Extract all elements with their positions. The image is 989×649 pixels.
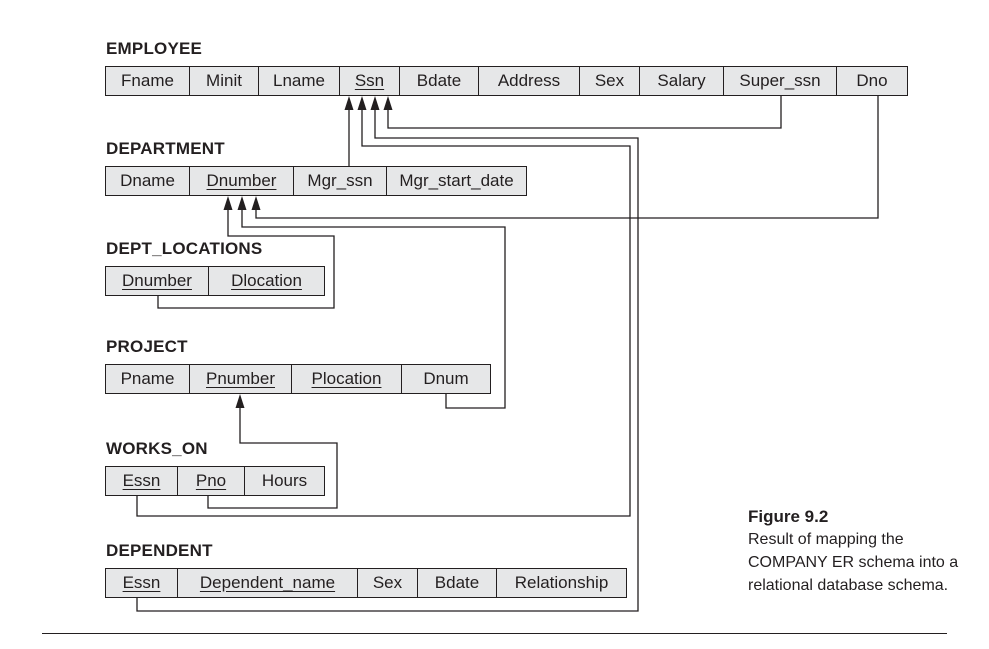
fk-super-ssn-to-ssn-arrow [383,96,782,129]
attribute-essn-key: Essn [106,569,178,597]
attribute-sex: Sex [580,67,640,95]
attribute-minit: Minit [190,67,259,95]
attribute-row: Pname Pnumber Plocation Dnum [105,364,491,394]
arrowhead [235,394,245,408]
attribute-row: Essn Pno Hours [105,466,325,496]
attribute-dnumber-key: Dnumber [106,267,209,295]
arrowhead [344,96,354,110]
attribute-row: Dnumber Dlocation [105,266,325,296]
caption-text: Result of mapping the COMPANY ER schema … [748,531,959,594]
arrowhead [357,96,367,110]
attribute-relationship: Relationship [514,573,609,592]
arrowhead [370,96,380,110]
arrowhead [251,196,261,210]
relation-name: EMPLOYEE [106,39,203,58]
arrowhead [237,196,247,210]
figure-caption: Figure 9.2 Result of mapping the COMPANY… [748,505,968,597]
attribute-row: Dname Dnumber Mgr_ssn Mgr_start_date [105,166,527,196]
attribute-mgr-start-date: Mgr_start_date [399,171,514,190]
attribute-address: Address [479,67,580,95]
attribute-fname: Fname [106,67,190,95]
attribute-dlocation-key: Dlocation [231,271,302,290]
relation-name: DEPT_LOCATIONS [106,239,263,258]
attribute-super-ssn: Super_ssn [724,67,837,95]
attribute-mgr-ssn: Mgr_ssn [294,167,387,195]
arrowhead [223,196,233,210]
attribute-ssn-primary-key: Ssn [340,67,400,95]
attribute-plocation-key: Plocation [292,365,402,393]
figure-label: Figure 9.2 [748,507,829,526]
attribute-essn-key: Essn [106,467,178,495]
attribute-bdate: Bdate [400,67,479,95]
attribute-dnumber-primary-key: Dnumber [190,167,294,195]
attribute-dnum: Dnum [423,369,469,388]
attribute-pnumber-primary-key: Pnumber [190,365,292,393]
attribute-sex: Sex [358,569,418,597]
attribute-row: Fname Minit Lname Ssn Bdate Address Sex … [105,66,908,96]
attribute-row: Essn Dependent_name Sex Bdate Relationsh… [105,568,627,598]
attribute-dno: Dno [856,71,888,90]
attribute-hours: Hours [261,471,308,490]
attribute-lname: Lname [259,67,340,95]
attribute-dname: Dname [106,167,190,195]
fk-works-on-essn-to-ssn-arrow [136,96,631,517]
bottom-rule [42,633,947,634]
fk-mgr-ssn-to-ssn-arrow [344,96,354,166]
attribute-pname: Pname [106,365,190,393]
attribute-bdate: Bdate [418,569,497,597]
fk-dno-to-dnumber-arrow [251,96,879,219]
attribute-dependent-name-key: Dependent_name [178,569,358,597]
attribute-pno-key: Pno [178,467,245,495]
relation-name: DEPARTMENT [106,139,225,158]
relation-name: DEPENDENT [106,541,213,560]
arrowhead [383,96,393,110]
attribute-salary: Salary [640,67,724,95]
relation-name: WORKS_ON [106,439,208,458]
relation-name: PROJECT [106,337,188,356]
